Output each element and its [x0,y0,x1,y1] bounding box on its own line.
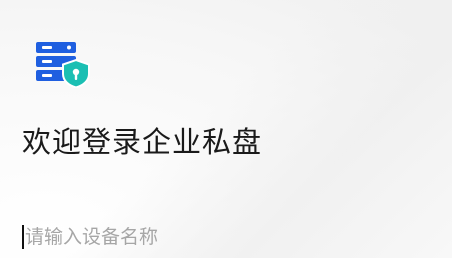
device-name-input[interactable] [25,222,415,252]
device-name-field[interactable] [22,222,422,252]
page-title: 欢迎登录企业私盘 [22,125,263,159]
app-logo [34,40,92,89]
server-shield-icon [36,42,90,89]
text-caret [22,225,24,249]
